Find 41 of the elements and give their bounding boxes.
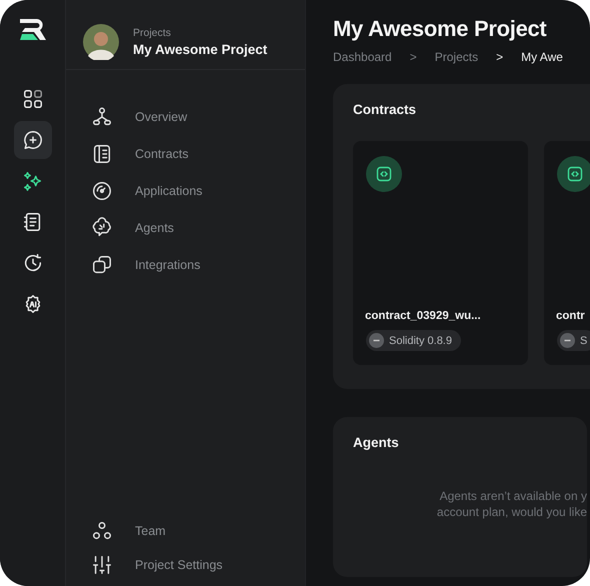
rail-button[interactable] [14,121,52,159]
logo-icon[interactable] [18,16,48,42]
nav-item[interactable]: Overview [66,98,305,135]
page-title: My Awesome Project [333,16,548,42]
code-icon [557,156,590,192]
minus-circle-icon [560,333,575,348]
breadcrumb-separator: > [410,50,417,64]
hierarchy-icon [91,106,113,128]
contract-name: contract_03929_wu... [365,310,482,322]
code-icon [366,156,402,192]
document-icon [91,142,113,164]
nav-item[interactable]: Agents [66,209,305,246]
sparkle-icon [22,170,44,192]
contract-card[interactable]: contr S [544,141,590,365]
section-title: Contracts [353,102,418,117]
overlap-squares-icon [91,254,113,276]
breadcrumb-current: My Awe [521,50,563,64]
section-title: Agents [353,435,400,450]
contract-card[interactable]: contract_03929_wu... Solidity 0.8.9 [353,141,528,365]
project-name[interactable]: My Awesome Project [133,42,268,56]
empty-state-message: Agents aren’t available on y account plan, would you like [436,488,587,520]
breadcrumb-link[interactable]: Dashboard [333,50,392,64]
circles-icon [91,520,113,542]
nav-item[interactable]: Team [66,514,305,548]
nav-item[interactable]: Integrations [66,246,305,283]
minus-circle-icon [369,333,384,348]
chat-plus-icon [22,129,44,151]
avatar[interactable] [83,24,119,60]
brain-icon [91,216,113,238]
gauge-icon [91,180,113,202]
nav-item[interactable]: Applications [66,172,305,209]
breadcrumb-link[interactable]: Projects [434,50,478,64]
grid-icon [22,88,44,110]
nav-item[interactable]: Contracts [66,135,305,172]
contract-name: contr [556,310,586,322]
language-tag: S [557,330,590,351]
breadcrumb-label: Projects [133,26,172,38]
language-tag: Solidity 0.8.9 [366,330,461,351]
nav-item[interactable]: Project Settings [66,548,305,582]
breadcrumb-separator: > [496,50,504,64]
sliders-icon [91,554,113,576]
